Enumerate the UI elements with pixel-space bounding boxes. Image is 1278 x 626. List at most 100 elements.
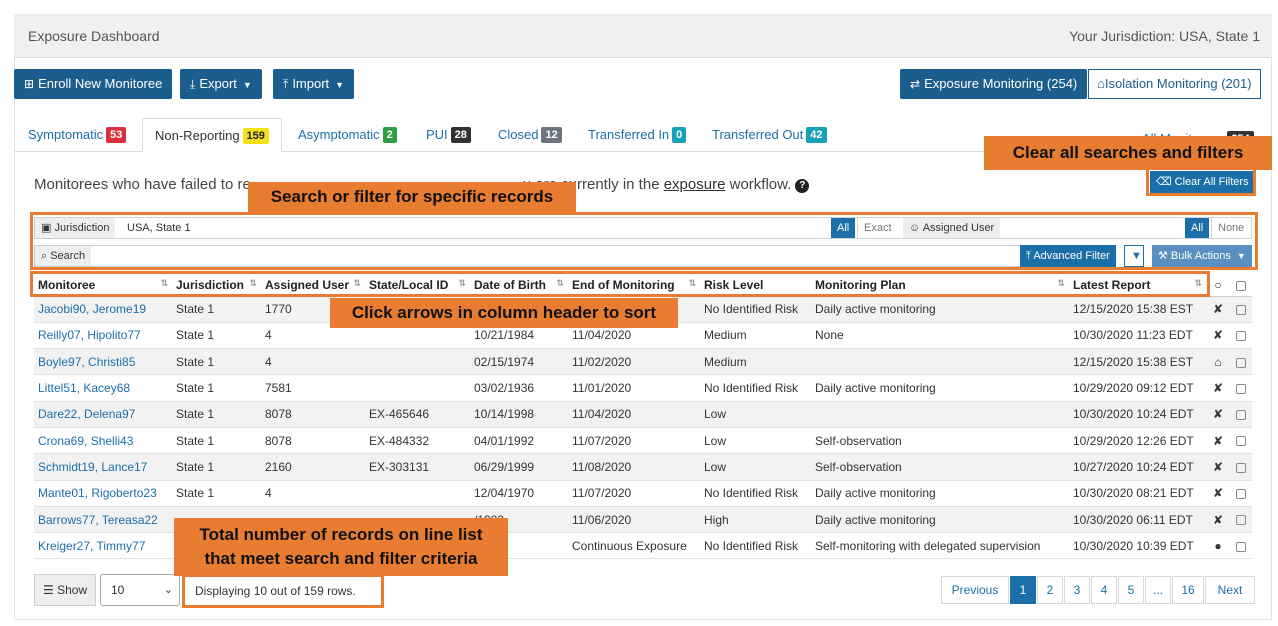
callout-total-records: Total number of records on line list tha… xyxy=(174,518,508,576)
state-local-id-cell xyxy=(365,348,470,376)
latest-report-cell: 12/15/2020 15:38 EST xyxy=(1069,348,1206,376)
plus-square-icon: ⊞ xyxy=(24,77,35,91)
row-select-checkbox[interactable] xyxy=(1230,296,1252,323)
pagination-page-5[interactable]: 5 xyxy=(1118,576,1144,604)
pagination-page-3[interactable]: 3 xyxy=(1064,576,1090,604)
end-of-monitoring-cell: 11/07/2020 xyxy=(568,427,700,455)
pagination-page-4[interactable]: 4 xyxy=(1091,576,1117,604)
table-row[interactable]: Boyle97, Christi85 State 1 4 02/15/1974 11/0… xyxy=(34,348,1252,376)
exposure-monitoring-button[interactable]: ⇄ Exposure Monitoring (254) xyxy=(900,69,1088,99)
latest-report-cell: 10/27/2020 10:24 EDT xyxy=(1069,453,1206,481)
export-button[interactable]: ⤓ Export ▼ xyxy=(180,69,262,99)
household-icon: ⌂ xyxy=(1206,348,1230,376)
search-filter-highlight xyxy=(30,212,1258,270)
row-select-checkbox[interactable] xyxy=(1230,453,1252,481)
pagination-page-2[interactable]: 2 xyxy=(1037,576,1063,604)
tab-symptomatic[interactable]: Symptomatic 53 xyxy=(28,118,127,152)
latest-report-cell: 10/30/2020 06:11 EDT xyxy=(1069,506,1206,534)
import-button[interactable]: ⤒ Import ▼ xyxy=(273,69,355,99)
table-row[interactable]: Crona69, Shelli43 State 1 8078 EX-484332 04/… xyxy=(34,427,1252,455)
pagination-previous[interactable]: Previous xyxy=(941,576,1009,604)
tab-transferred-in[interactable]: Transferred In 0 xyxy=(588,118,687,152)
tab-asymptomatic[interactable]: Asymptomatic 2 xyxy=(298,118,397,152)
table-row[interactable]: Littel51, Kacey68 State 1 7581 03/02/1936 11… xyxy=(34,374,1252,402)
jurisdiction-cell: State 1 xyxy=(172,296,261,323)
monitoring-plan-cell xyxy=(811,401,1069,428)
row-select-checkbox[interactable] xyxy=(1230,506,1252,534)
latest-report-cell: 12/15/2020 15:38 EST xyxy=(1069,296,1206,323)
end-of-monitoring-cell: 11/07/2020 xyxy=(568,480,700,507)
tab-non-reporting[interactable]: Non-Reporting 159 xyxy=(142,118,282,152)
upload-icon: ⤒ xyxy=(283,77,289,91)
end-of-monitoring-cell: 11/08/2020 xyxy=(568,453,700,481)
latest-report-cell: 10/30/2020 10:24 EDT xyxy=(1069,401,1206,428)
monitoring-plan-cell: Self-monitoring with delegated supervisi… xyxy=(811,532,1069,560)
pagination-page-1[interactable]: 1 xyxy=(1010,576,1036,604)
row-select-checkbox[interactable] xyxy=(1230,480,1252,507)
download-icon: ⤓ xyxy=(190,77,196,91)
risk-level-cell: Low xyxy=(700,453,811,481)
show-label: ☰ Show xyxy=(34,574,97,606)
monitoree-link[interactable]: Boyle97, Christi85 xyxy=(34,348,172,376)
state-local-id-cell xyxy=(365,480,470,507)
clear-filters-highlight xyxy=(1146,166,1256,196)
monitoring-plan-cell: Self-observation xyxy=(811,453,1069,481)
monitoring-plan-cell xyxy=(811,348,1069,376)
risk-level-cell: No Identified Risk xyxy=(700,296,811,323)
table-row[interactable]: Schmidt19, Lance17 State 1 2160 EX-303131 06… xyxy=(34,453,1252,481)
date-of-birth-cell: 02/15/1974 xyxy=(470,348,568,376)
count-badge: 42 xyxy=(806,127,827,143)
monitoree-link[interactable]: Mante01, Rigoberto23 xyxy=(34,480,172,507)
row-select-checkbox[interactable] xyxy=(1230,401,1252,428)
row-count-text: Displaying 10 out of 159 rows. xyxy=(182,574,384,608)
tab-closed[interactable]: Closed 12 xyxy=(498,118,562,152)
pagination-page-16[interactable]: 16 xyxy=(1172,576,1204,604)
jurisdiction-cell: State 1 xyxy=(172,322,261,350)
isolation-monitoring-button[interactable]: ⌂Isolation Monitoring (201) xyxy=(1088,69,1261,99)
row-select-checkbox[interactable] xyxy=(1230,322,1252,350)
no-contact-icon: ✘ xyxy=(1206,506,1230,534)
table-row[interactable]: Dare22, Delena97 State 1 8078 EX-465646 10/1… xyxy=(34,401,1252,428)
monitoree-link[interactable]: Littel51, Kacey68 xyxy=(34,374,172,402)
table-row[interactable]: Mante01, Rigoberto23 State 1 4 12/04/1970 11… xyxy=(34,480,1252,507)
jurisdiction-cell: State 1 xyxy=(172,453,261,481)
enroll-monitoree-button[interactable]: ⊞ Enroll New Monitoree xyxy=(14,69,173,99)
count-badge: 12 xyxy=(541,127,562,143)
date-of-birth-cell: 12/04/1970 xyxy=(470,480,568,507)
jurisdiction-cell: State 1 xyxy=(172,480,261,507)
row-select-checkbox[interactable] xyxy=(1230,374,1252,402)
monitoree-link[interactable]: Dare22, Delena97 xyxy=(34,401,172,428)
monitoree-link[interactable]: Jacobi90, Jerome19 xyxy=(34,296,172,323)
monitoree-link[interactable]: Schmidt19, Lance17 xyxy=(34,453,172,481)
tab-pui[interactable]: PUI 28 xyxy=(426,118,471,152)
workflow-link[interactable]: exposure xyxy=(664,176,726,193)
monitoree-link[interactable]: Crona69, Shelli43 xyxy=(34,427,172,455)
monitoree-link[interactable]: Reilly07, Hipolito77 xyxy=(34,322,172,350)
monitoree-link[interactable]: Barrows77, Tereasa22 xyxy=(34,506,172,534)
monitoring-plan-cell: Daily active monitoring xyxy=(811,374,1069,402)
risk-level-cell: Medium xyxy=(700,348,811,376)
monitoring-plan-cell: Daily active monitoring xyxy=(811,480,1069,507)
tab-transferred-out[interactable]: Transferred Out 42 xyxy=(712,118,827,152)
row-select-checkbox[interactable] xyxy=(1230,532,1252,560)
latest-report-cell: 10/29/2020 12:26 EDT xyxy=(1069,427,1206,455)
row-select-checkbox[interactable] xyxy=(1230,348,1252,376)
count-badge: 53 xyxy=(106,127,127,143)
monitoring-plan-cell: Daily active monitoring xyxy=(811,506,1069,534)
row-select-checkbox[interactable] xyxy=(1230,427,1252,455)
assigned-user-cell: 2160 xyxy=(261,453,365,481)
select-all-checkbox[interactable] xyxy=(1230,274,1252,297)
monitoree-link[interactable]: Kreiger27, Timmy77 xyxy=(34,532,172,560)
callout-search-filter: Search or filter for specific records xyxy=(248,182,576,212)
help-icon[interactable]: ? xyxy=(795,179,810,193)
jurisdiction-cell: State 1 xyxy=(172,348,261,376)
latest-report-cell: 10/30/2020 11:23 EDT xyxy=(1069,322,1206,350)
caret-down-icon: ▼ xyxy=(242,80,252,90)
state-local-id-cell xyxy=(365,374,470,402)
jurisdiction-indicator: Your Jurisdiction: USA, State 1 xyxy=(1069,28,1260,44)
page-size-select[interactable]: 10 ⌄ xyxy=(100,574,180,606)
pagination-next[interactable]: Next xyxy=(1205,576,1255,604)
list-icon: ☰ xyxy=(43,583,58,597)
end-of-monitoring-cell: Continuous Exposure xyxy=(568,532,700,560)
risk-level-cell: Low xyxy=(700,401,811,428)
